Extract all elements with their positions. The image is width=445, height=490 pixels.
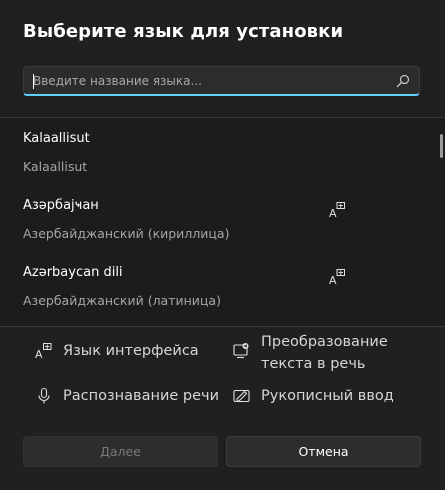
display-language-icon: A [329, 269, 345, 286]
language-native-name: Азербайджанский (латиница) [23, 293, 221, 308]
search-icon[interactable] [395, 73, 411, 89]
language-list[interactable]: Kalaallisut Kalaallisut Азәрбајҹан Азерб… [0, 118, 445, 326]
language-name: Azərbaycan dili [23, 265, 123, 280]
display-language-icon: A [329, 202, 345, 219]
microphone-icon [38, 387, 50, 404]
language-item-azerbaijani-latin[interactable]: Azərbaycan dili Азербайджанский (латиниц… [0, 252, 435, 318]
display-language-icon: A [35, 343, 52, 360]
feature-label: Распознавание речи [63, 388, 220, 404]
list-bottom-divider [0, 326, 445, 327]
language-item-azerbaijani-cyrillic[interactable]: Азәрбајҹан Азербайджанский (кириллица) A [0, 185, 435, 251]
text-to-speech-icon [233, 343, 249, 359]
svg-text:A: A [35, 348, 43, 360]
language-native-name: Kalaallisut [23, 159, 88, 174]
feature-label-line2: текста в речь [261, 356, 366, 372]
dialog-title: Выберите язык для установки [23, 21, 344, 42]
search-input[interactable] [33, 71, 388, 91]
language-name: Азәрбајҹан [23, 198, 99, 213]
search-box[interactable] [23, 66, 420, 96]
list-scrollbar[interactable] [440, 134, 443, 158]
svg-text:A: A [329, 207, 337, 219]
language-install-dialog: Выберите язык для установки Kalaallisut … [0, 0, 445, 490]
feature-label-line1: Преобразование [261, 334, 388, 350]
language-item-kalaallisut[interactable]: Kalaallisut Kalaallisut [0, 118, 435, 184]
cancel-button[interactable]: Отмена [226, 436, 421, 467]
text-caret [33, 74, 34, 89]
handwriting-icon [233, 389, 250, 403]
language-native-name: Азербайджанский (кириллица) [23, 226, 230, 241]
language-name: Kalaallisut [23, 131, 90, 146]
next-button[interactable]: Далее [23, 436, 218, 467]
feature-label: Язык интерфейса [63, 343, 199, 359]
feature-label: Рукописный ввод [261, 388, 394, 404]
svg-text:A: A [329, 274, 337, 286]
